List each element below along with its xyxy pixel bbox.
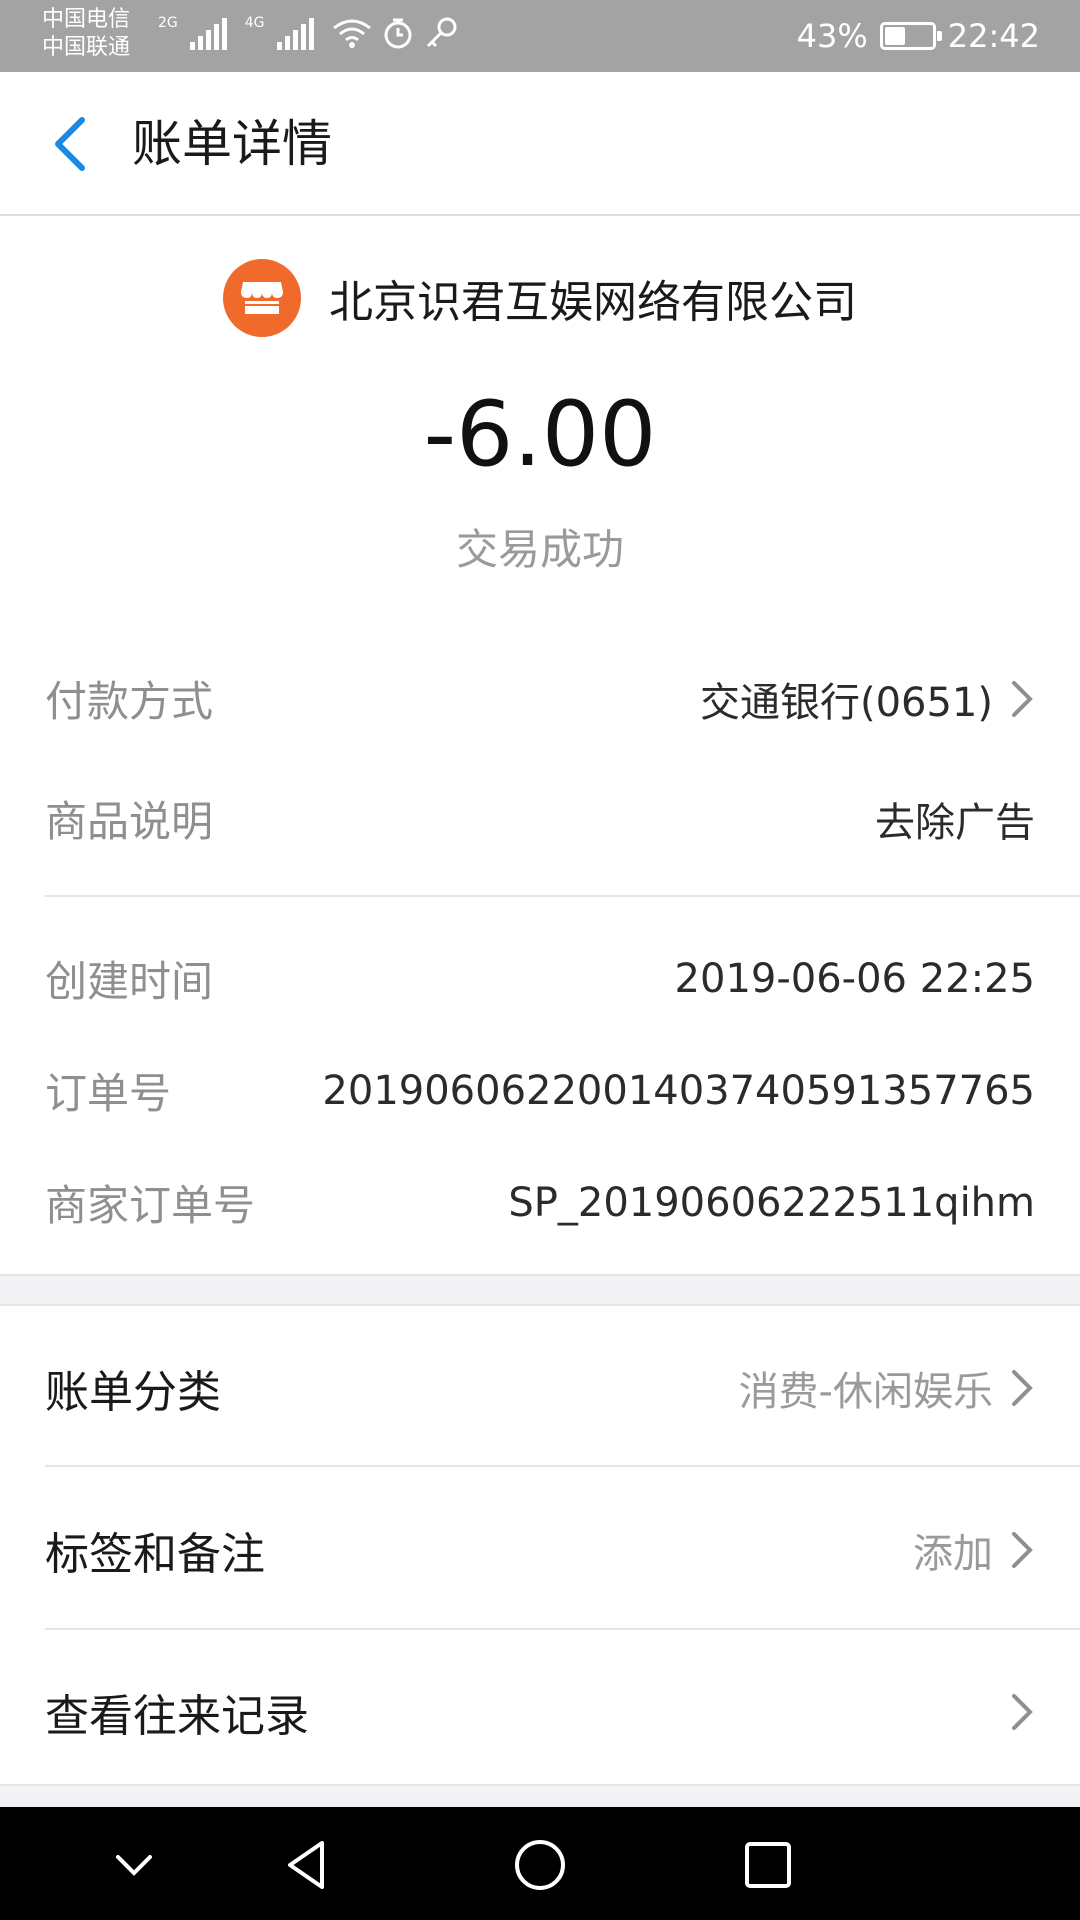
triangle-back-icon xyxy=(288,1841,324,1889)
carrier-info: 中国电信 中国联通 xyxy=(42,6,130,62)
key-icon xyxy=(426,17,457,48)
detail-value: 2019-06-06 22:25 xyxy=(674,955,1035,1002)
detail-value: 去除广告 xyxy=(875,799,1035,846)
detail-row-order-number: 订单号 2019060622001403740591357765 xyxy=(45,1060,1035,1121)
back-button[interactable] xyxy=(36,108,108,180)
detail-value: SP_20190606222511qihm xyxy=(508,1179,1035,1226)
merchant-name: 北京识君互娱网络有限公司 xyxy=(329,277,857,328)
back-arrow-icon xyxy=(55,117,85,171)
carrier-2: 中国联通 xyxy=(42,35,131,60)
chevron-right-icon xyxy=(1012,1370,1033,1406)
battery-percent: 43% xyxy=(796,17,868,55)
detail-label: 付款方式 xyxy=(45,677,214,726)
merchant-info: 北京识君互娱网络有限公司 xyxy=(0,256,1080,340)
detail-label: 商家订单号 xyxy=(45,1181,256,1230)
detail-label: 订单号 xyxy=(45,1069,172,1118)
detail-label: 商品说明 xyxy=(45,797,214,846)
network-type-1: 2G xyxy=(158,15,178,31)
status-right: 43% 22:42 xyxy=(797,0,1040,72)
detail-row-payment-method[interactable]: 付款方式 交通银行(0651) xyxy=(45,668,1035,729)
menu-row-tags-notes[interactable]: 标签和备注 添加 xyxy=(45,1518,1035,1582)
menu-row-transaction-history[interactable]: 查看往来记录 xyxy=(45,1680,1035,1744)
merchant-logo xyxy=(223,259,301,337)
detail-row-created-time: 创建时间 2019-06-06 22:25 xyxy=(45,948,1035,1009)
status-bar: 中国电信 中国联通 2G 4G 43% 22:42 xyxy=(0,0,1080,72)
detail-row-merchant-order-number: 商家订单号 SP_20190606222511qihm xyxy=(45,1172,1035,1233)
section-divider xyxy=(0,1274,1080,1306)
battery-icon xyxy=(879,22,942,50)
clock: 22:42 xyxy=(947,17,1040,55)
section-divider xyxy=(0,1784,1080,1807)
detail-value: 交通银行(0651) xyxy=(699,679,993,726)
system-navigation-bar xyxy=(0,1807,1080,1920)
divider xyxy=(45,1628,1080,1630)
chevron-right-icon xyxy=(1012,680,1033,717)
circle-home-icon xyxy=(515,1840,565,1890)
divider xyxy=(45,895,1080,897)
square-recents-icon xyxy=(745,1842,791,1888)
transaction-status: 交易成功 xyxy=(455,525,624,574)
signal-icon xyxy=(189,16,227,50)
carrier-1: 中国电信 xyxy=(42,7,131,32)
store-icon xyxy=(241,282,283,314)
menu-label: 标签和备注 xyxy=(45,1529,265,1580)
alarm-icon xyxy=(384,18,412,49)
nav-back-button[interactable] xyxy=(278,1835,338,1895)
detail-value: 2019060622001403740591357765 xyxy=(322,1067,1035,1114)
app-header: 账单详情 xyxy=(0,72,1080,216)
divider xyxy=(45,1465,1080,1467)
page-title: 账单详情 xyxy=(132,115,332,173)
menu-label: 账单分类 xyxy=(45,1367,221,1418)
chevron-right-icon xyxy=(1012,1694,1033,1730)
chevron-down-icon xyxy=(116,1855,152,1876)
chevron-right-icon xyxy=(1012,1532,1033,1568)
menu-row-bill-category[interactable]: 账单分类 消费-休闲娱乐 xyxy=(45,1356,1035,1420)
nav-home-button[interactable] xyxy=(510,1835,570,1895)
menu-label: 查看往来记录 xyxy=(45,1691,309,1742)
menu-value: 消费-休闲娱乐 xyxy=(738,1369,993,1415)
menu-value: 添加 xyxy=(913,1531,993,1577)
network-type-2: 4G xyxy=(244,15,265,31)
transaction-amount: -6.00 xyxy=(423,382,657,487)
nav-hide-button[interactable] xyxy=(104,1835,164,1895)
nav-recents-button[interactable] xyxy=(738,1835,798,1895)
battery-level xyxy=(884,27,905,45)
wifi-icon xyxy=(332,19,371,48)
status-icons: 2G 4G xyxy=(158,16,458,50)
detail-label: 创建时间 xyxy=(45,957,214,1006)
signal-icon xyxy=(276,16,314,50)
detail-row-product-description: 商品说明 去除广告 xyxy=(45,788,1035,849)
